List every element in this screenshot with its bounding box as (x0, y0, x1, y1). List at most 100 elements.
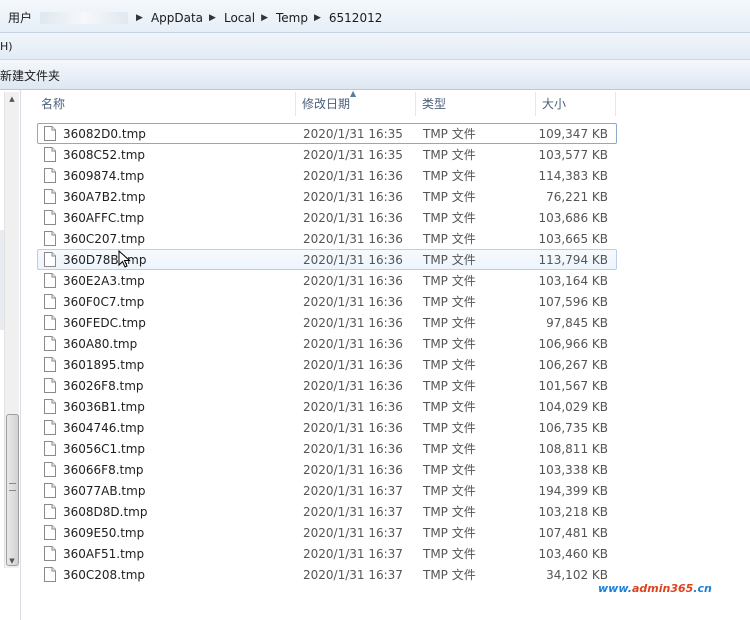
chevron-right-icon[interactable]: ▶ (136, 13, 143, 23)
file-icon (44, 168, 56, 183)
column-type[interactable]: 类型 (416, 92, 536, 116)
breadcrumb-users[interactable]: 用户 (8, 9, 38, 26)
chevron-right-icon[interactable]: ▶ (209, 13, 216, 23)
file-type: TMP 文件 (423, 295, 476, 309)
breadcrumb-folder[interactable]: 6512012 (329, 11, 388, 25)
file-type: TMP 文件 (423, 421, 476, 435)
file-icon (44, 126, 56, 141)
file-row[interactable]: 36077AB.tmp 2020/1/31 16:37 TMP 文件 194,399 … (37, 480, 617, 501)
file-size: 108,811 KB (538, 442, 608, 456)
file-name: 360D78B.tmp (63, 253, 147, 267)
file-type: TMP 文件 (423, 274, 476, 288)
file-row[interactable]: 3609E50.tmp 2020/1/31 16:37 TMP 文件 107,481 … (37, 522, 617, 543)
file-date: 2020/1/31 16:36 (303, 232, 403, 246)
file-row[interactable]: 3608D8D.tmp 2020/1/31 16:37 TMP 文件 103,218 … (37, 501, 617, 522)
file-name: 36056C1.tmp (63, 442, 146, 456)
file-row[interactable]: 3601895.tmp 2020/1/31 16:36 TMP 文件 106,267 … (37, 354, 617, 375)
file-row[interactable]: 3609874.tmp 2020/1/31 16:36 TMP 文件 114,383 … (37, 165, 617, 186)
file-row[interactable]: 360F0C7.tmp 2020/1/31 16:36 TMP 文件 107,596 … (37, 291, 617, 312)
file-type: TMP 文件 (423, 253, 476, 267)
file-row[interactable]: 360FEDC.tmp 2020/1/31 16:36 TMP 文件 97,845 K… (37, 312, 617, 333)
file-type: TMP 文件 (423, 400, 476, 414)
file-row[interactable]: 3604746.tmp 2020/1/31 16:36 TMP 文件 106,735 … (37, 417, 617, 438)
file-icon (44, 441, 56, 456)
file-row[interactable]: 360C208.tmp 2020/1/31 16:37 TMP 文件 34,102 K… (37, 564, 617, 585)
file-type: TMP 文件 (423, 127, 476, 141)
scroll-down-icon[interactable]: ▼ (5, 554, 19, 568)
menu-help[interactable]: H) (0, 40, 13, 53)
file-icon (44, 399, 56, 414)
file-name: 360AFFC.tmp (63, 211, 145, 225)
file-icon (44, 504, 56, 519)
chevron-right-icon[interactable]: ▶ (261, 13, 268, 23)
file-size: 103,164 KB (538, 274, 608, 288)
file-icon (44, 357, 56, 372)
breadcrumb-redacted-user (40, 11, 129, 24)
file-row[interactable]: 360AFFC.tmp 2020/1/31 16:36 TMP 文件 103,686 … (37, 207, 617, 228)
menu-bar: H) (0, 33, 750, 60)
file-type: TMP 文件 (423, 232, 476, 246)
file-date: 2020/1/31 16:36 (303, 190, 403, 204)
file-row[interactable]: 360C207.tmp 2020/1/31 16:36 TMP 文件 103,665 … (37, 228, 617, 249)
toolbar: 新建文件夹 (0, 60, 750, 90)
file-row[interactable]: 3608C52.tmp 2020/1/31 16:35 TMP 文件 103,577 … (37, 144, 617, 165)
file-name: 3608C52.tmp (63, 148, 146, 162)
file-size: 103,577 KB (538, 148, 608, 162)
file-type: TMP 文件 (423, 316, 476, 330)
file-row[interactable]: 36056C1.tmp 2020/1/31 16:36 TMP 文件 108,811 … (37, 438, 617, 459)
file-type: TMP 文件 (423, 211, 476, 225)
file-row[interactable]: 360AF51.tmp 2020/1/31 16:37 TMP 文件 103,460 … (37, 543, 617, 564)
file-list: 36082D0.tmp 2020/1/31 16:35 TMP 文件 109,347 … (37, 123, 617, 585)
address-bar[interactable]: 用户 ▶ AppData ▶ Local ▶ Temp ▶ 6512012 (0, 0, 750, 33)
file-date: 2020/1/31 16:37 (303, 505, 403, 519)
file-name: 36077AB.tmp (63, 484, 146, 498)
file-row[interactable]: 360A7B2.tmp 2020/1/31 16:36 TMP 文件 76,221 K… (37, 186, 617, 207)
mouse-cursor-icon (118, 250, 131, 268)
file-date: 2020/1/31 16:36 (303, 421, 403, 435)
file-type: TMP 文件 (423, 484, 476, 498)
file-size: 104,029 KB (538, 400, 608, 414)
watermark: www.admin365.cn (598, 582, 712, 595)
file-name: 360A80.tmp (63, 337, 138, 351)
file-size: 103,218 KB (538, 505, 608, 519)
column-size[interactable]: 大小 (536, 92, 616, 116)
file-date: 2020/1/31 16:35 (303, 127, 403, 141)
file-date: 2020/1/31 16:36 (303, 295, 403, 309)
file-size: 114,383 KB (538, 169, 608, 183)
file-name: 360A7B2.tmp (63, 190, 146, 204)
file-row[interactable]: 36082D0.tmp 2020/1/31 16:35 TMP 文件 109,347 … (37, 123, 617, 144)
file-icon (44, 147, 56, 162)
file-size: 76,221 KB (546, 190, 608, 204)
scrollbar-thumb[interactable] (6, 414, 19, 566)
file-date: 2020/1/31 16:37 (303, 484, 403, 498)
scroll-up-icon[interactable]: ▲ (5, 92, 19, 106)
file-icon (44, 273, 56, 288)
file-name: 3604746.tmp (63, 421, 145, 435)
file-size: 113,794 KB (538, 253, 608, 267)
file-type: TMP 文件 (423, 442, 476, 456)
file-date: 2020/1/31 16:37 (303, 526, 403, 540)
nav-scrollbar[interactable]: ▲ ▼ (4, 92, 19, 568)
file-icon (44, 567, 56, 582)
file-row[interactable]: 36026F8.tmp 2020/1/31 16:36 TMP 文件 101,567 … (37, 375, 617, 396)
file-row[interactable]: 360E2A3.tmp 2020/1/31 16:36 TMP 文件 103,164 … (37, 270, 617, 291)
chevron-right-icon[interactable]: ▶ (314, 13, 321, 23)
file-date: 2020/1/31 16:36 (303, 442, 403, 456)
breadcrumb-appdata[interactable]: AppData (151, 11, 209, 25)
new-folder-button[interactable]: 新建文件夹 (0, 67, 60, 84)
breadcrumb-temp[interactable]: Temp (276, 11, 314, 25)
file-name: 36036B1.tmp (63, 400, 145, 414)
column-name[interactable]: 名称 (35, 92, 296, 116)
file-size: 106,966 KB (538, 337, 608, 351)
file-type: TMP 文件 (423, 568, 476, 582)
file-size: 109,347 KB (538, 127, 608, 141)
file-size: 101,567 KB (538, 379, 608, 393)
file-type: TMP 文件 (423, 190, 476, 204)
file-size: 103,460 KB (538, 547, 608, 561)
file-row[interactable]: 360A80.tmp 2020/1/31 16:36 TMP 文件 106,966 K… (37, 333, 617, 354)
file-type: TMP 文件 (423, 463, 476, 477)
file-row[interactable]: 36036B1.tmp 2020/1/31 16:36 TMP 文件 104,029 … (37, 396, 617, 417)
breadcrumb-local[interactable]: Local (224, 11, 261, 25)
file-row[interactable]: 36066F8.tmp 2020/1/31 16:36 TMP 文件 103,338 … (37, 459, 617, 480)
file-type: TMP 文件 (423, 526, 476, 540)
